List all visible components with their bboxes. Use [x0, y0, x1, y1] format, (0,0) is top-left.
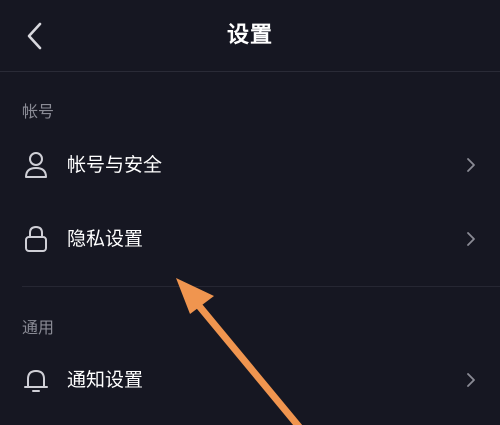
settings-item-privacy[interactable]: 隐私设置: [0, 204, 500, 274]
settings-item-label: 通知设置: [67, 369, 144, 391]
chevron-right-icon: [464, 371, 478, 389]
section-label-general: 通用: [22, 318, 55, 337]
user-icon: [22, 151, 50, 179]
chevron-right-icon: [464, 156, 478, 174]
header-divider: [0, 71, 500, 72]
section-label-account: 帐号: [22, 102, 55, 121]
section-divider: [22, 286, 500, 287]
bell-icon: [22, 366, 50, 394]
settings-item-notifications[interactable]: 通知设置: [0, 345, 500, 415]
settings-item-label: 帐号与安全: [67, 154, 163, 176]
header-bar: 设置: [0, 0, 500, 72]
chevron-right-icon: [464, 230, 478, 248]
lock-icon: [22, 225, 50, 253]
settings-item-account-security[interactable]: 帐号与安全: [0, 130, 500, 200]
settings-item-label: 隐私设置: [67, 228, 144, 250]
page-title: 设置: [226, 23, 273, 48]
